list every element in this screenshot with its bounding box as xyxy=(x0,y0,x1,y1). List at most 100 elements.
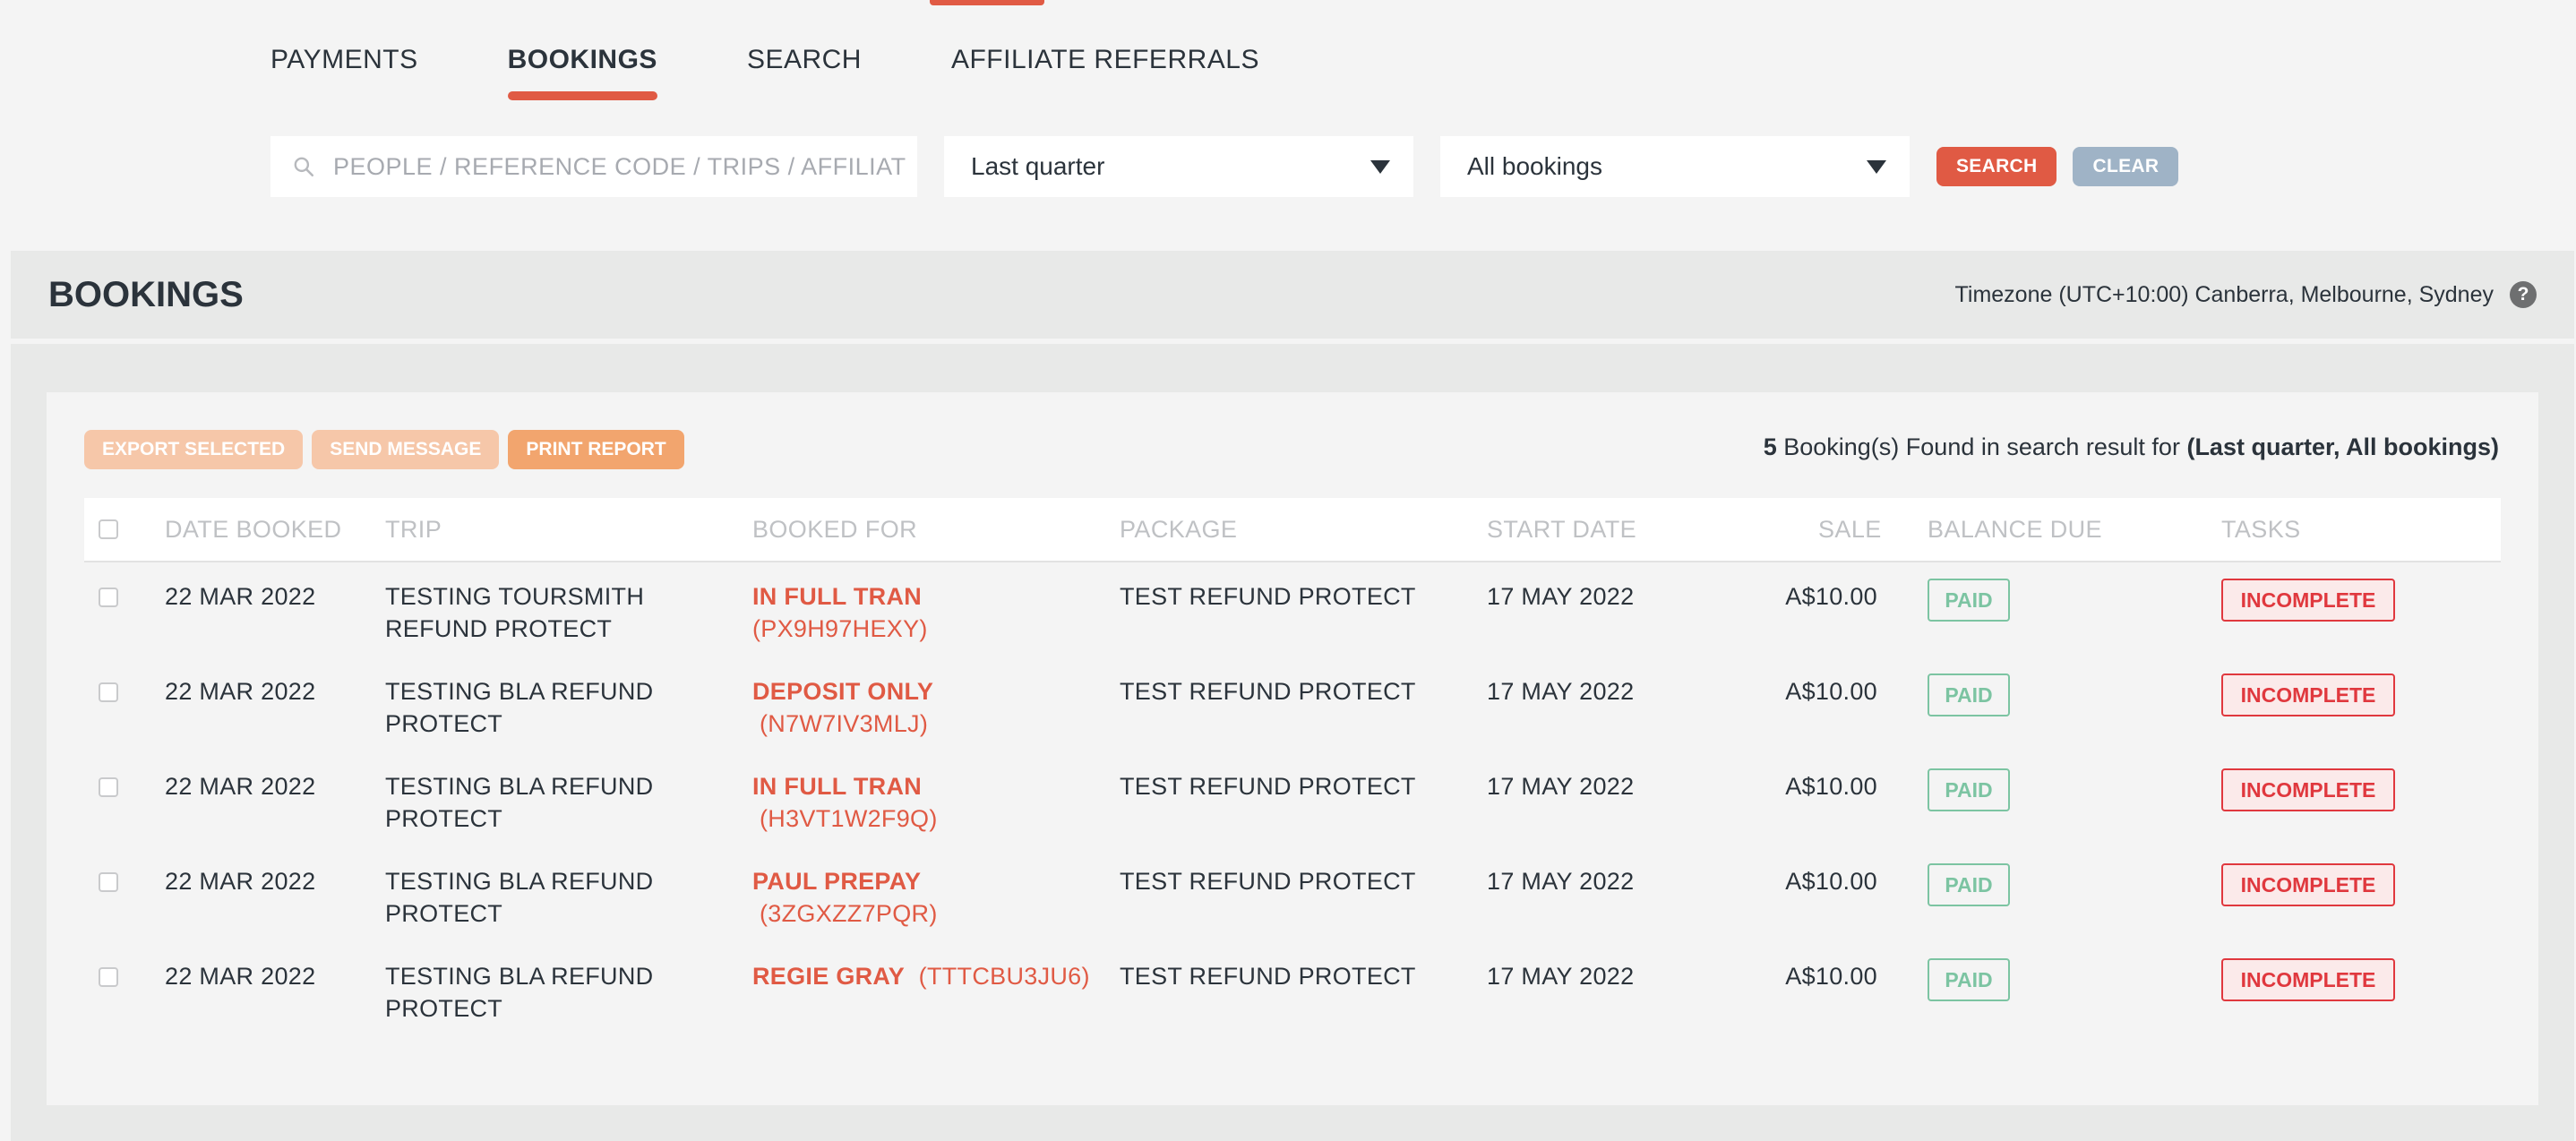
start-date: 17 MAY 2022 xyxy=(1487,868,1635,895)
start-date: 17 MAY 2022 xyxy=(1487,963,1635,990)
send-message-button[interactable]: SEND MESSAGE xyxy=(312,430,500,469)
table-header: DATE BOOKED TRIP BOOKED FOR PACKAGE STAR… xyxy=(84,498,2501,562)
export-selected-button[interactable]: EXPORT SELECTED xyxy=(84,430,304,469)
balance-status-badge: PAID xyxy=(1928,958,2010,1001)
search-button[interactable]: SEARCH xyxy=(1936,147,2057,186)
reference-code: (3ZGXZZ7PQR) xyxy=(760,900,938,927)
tab-search[interactable]: SEARCH xyxy=(747,45,862,75)
sale-amount: A$10.00 xyxy=(1785,583,1877,610)
period-select[interactable]: Last quarter xyxy=(944,136,1413,197)
package: TEST REFUND PROTECT xyxy=(1120,583,1416,610)
top-accent-bar xyxy=(930,0,1044,5)
balance-status-badge: PAID xyxy=(1928,673,2010,716)
package: TEST REFUND PROTECT xyxy=(1120,963,1416,990)
start-date: 17 MAY 2022 xyxy=(1487,583,1635,610)
tab-bookings[interactable]: BOOKINGS xyxy=(507,45,658,100)
balance-status-badge: PAID xyxy=(1928,768,2010,811)
results-text: Booking(s) Found in search result for xyxy=(1776,433,2187,460)
col-date-booked[interactable]: DATE BOOKED xyxy=(165,516,341,544)
filter-row: Last quarter All bookings SEARCH CLEAR xyxy=(270,136,2179,197)
trip-line-2: PROTECT xyxy=(385,805,503,832)
tab-payments[interactable]: PAYMENTS xyxy=(270,45,418,75)
table-row[interactable]: 22 MAR 2022 TESTING BLA REFUND PROTECT IN… xyxy=(84,759,2501,854)
results-summary: 5 Booking(s) Found in search result for … xyxy=(1764,433,2499,461)
row-checkbox[interactable] xyxy=(99,967,118,987)
booked-for[interactable]: IN FULL TRAN (PX9H97HEXY) xyxy=(752,580,1111,645)
date-booked: 22 MAR 2022 xyxy=(165,678,316,705)
trip-name[interactable]: TESTING BLA REFUND PROTECT xyxy=(385,675,743,740)
package: TEST REFUND PROTECT xyxy=(1120,868,1416,895)
sale-amount: A$10.00 xyxy=(1785,963,1877,990)
row-checkbox[interactable] xyxy=(99,588,118,607)
row-checkbox[interactable] xyxy=(99,682,118,702)
tasks-status-badge[interactable]: INCOMPLETE xyxy=(2221,958,2395,1001)
booking-type-select-value: All bookings xyxy=(1467,152,1602,180)
trip-name[interactable]: TESTING TOURSMITH REFUND PROTECT xyxy=(385,580,743,645)
booked-for-name: DEPOSIT ONLY xyxy=(752,678,934,705)
trip-line-2: PROTECT xyxy=(385,900,503,927)
booked-for[interactable]: DEPOSIT ONLY (N7W7IV3MLJ) xyxy=(752,675,1111,740)
package: TEST REFUND PROTECT xyxy=(1120,678,1416,705)
caret-down-icon xyxy=(1867,159,1886,174)
balance-status-badge: PAID xyxy=(1928,579,2010,622)
col-booked-for[interactable]: BOOKED FOR xyxy=(752,516,917,544)
search-icon xyxy=(294,157,314,177)
tab-affiliate-referrals[interactable]: AFFILIATE REFERRALS xyxy=(951,45,1259,75)
trip-line-1: TESTING TOURSMITH xyxy=(385,583,645,610)
tasks-status-badge[interactable]: INCOMPLETE xyxy=(2221,768,2395,811)
timezone-info: Timezone (UTC+10:00) Canberra, Melbourne… xyxy=(1955,281,2537,308)
row-checkbox[interactable] xyxy=(99,872,118,892)
sale-amount: A$10.00 xyxy=(1785,773,1877,800)
caret-down-icon xyxy=(1370,159,1390,174)
select-all-checkbox[interactable] xyxy=(99,519,118,539)
search-box xyxy=(270,136,917,197)
trip-name[interactable]: TESTING BLA REFUND PROTECT xyxy=(385,770,743,835)
col-balance-due[interactable]: BALANCE DUE xyxy=(1928,516,2102,544)
col-sale[interactable]: SALE xyxy=(1818,516,1882,544)
bulk-actions: EXPORT SELECTED SEND MESSAGE PRINT REPOR… xyxy=(84,430,693,469)
booked-for[interactable]: IN FULL TRAN (H3VT1W2F9Q) xyxy=(752,770,1111,835)
start-date: 17 MAY 2022 xyxy=(1487,773,1635,800)
tasks-status-badge[interactable]: INCOMPLETE xyxy=(2221,579,2395,622)
trip-name[interactable]: TESTING BLA REFUND PROTECT xyxy=(385,865,743,930)
trip-line-2: PROTECT xyxy=(385,995,503,1022)
tasks-status-badge[interactable]: INCOMPLETE xyxy=(2221,673,2395,716)
booked-for-name: PAUL PREPAY xyxy=(752,868,922,895)
help-icon[interactable]: ? xyxy=(2510,281,2537,308)
trip-line-1: TESTING BLA REFUND xyxy=(385,963,654,990)
table-row[interactable]: 22 MAR 2022 TESTING TOURSMITH REFUND PROT… xyxy=(84,570,2501,665)
print-report-button[interactable]: PRINT REPORT xyxy=(508,430,684,469)
booking-type-select[interactable]: All bookings xyxy=(1440,136,1910,197)
date-booked: 22 MAR 2022 xyxy=(165,773,316,800)
timezone-label: Timezone (UTC+10:00) Canberra, Melbourne… xyxy=(1954,281,2494,307)
col-trip[interactable]: TRIP xyxy=(385,516,442,544)
trip-line-2: PROTECT xyxy=(385,710,503,737)
sale-amount: A$10.00 xyxy=(1785,678,1877,705)
col-package[interactable]: PACKAGE xyxy=(1120,516,1237,544)
trip-name[interactable]: TESTING BLA REFUND PROTECT xyxy=(385,960,743,1025)
reference-code: (N7W7IV3MLJ) xyxy=(760,710,929,737)
trip-line-2: REFUND PROTECT xyxy=(385,615,613,642)
date-booked: 22 MAR 2022 xyxy=(165,868,316,895)
row-checkbox[interactable] xyxy=(99,777,118,797)
period-select-value: Last quarter xyxy=(971,152,1105,180)
booked-for-name: REGIE GRAY xyxy=(752,963,906,990)
results-criteria: (Last quarter, All bookings) xyxy=(2186,433,2499,460)
page-header: BOOKINGS Timezone (UTC+10:00) Canberra, … xyxy=(11,251,2574,339)
tasks-status-badge[interactable]: INCOMPLETE xyxy=(2221,863,2395,906)
clear-button[interactable]: CLEAR xyxy=(2073,147,2179,186)
booked-for-name: IN FULL TRAN xyxy=(752,773,923,800)
results-count: 5 xyxy=(1763,433,1777,460)
booked-for[interactable]: REGIE GRAY (TTTCBU3JU6) xyxy=(752,960,1111,992)
trip-line-1: TESTING BLA REFUND xyxy=(385,868,654,895)
table-row[interactable]: 22 MAR 2022 TESTING BLA REFUND PROTECT RE… xyxy=(84,949,2501,1044)
sale-amount: A$10.00 xyxy=(1785,868,1877,895)
date-booked: 22 MAR 2022 xyxy=(165,963,316,990)
table-row[interactable]: 22 MAR 2022 TESTING BLA REFUND PROTECT PA… xyxy=(84,854,2501,949)
booked-for[interactable]: PAUL PREPAY (3ZGXZZ7PQR) xyxy=(752,865,1111,930)
reference-code: (TTTCBU3JU6) xyxy=(918,963,1090,990)
col-tasks[interactable]: TASKS xyxy=(2221,516,2301,544)
col-start-date[interactable]: START DATE xyxy=(1487,516,1636,544)
table-row[interactable]: 22 MAR 2022 TESTING BLA REFUND PROTECT DE… xyxy=(84,665,2501,759)
search-input[interactable] xyxy=(333,152,906,181)
